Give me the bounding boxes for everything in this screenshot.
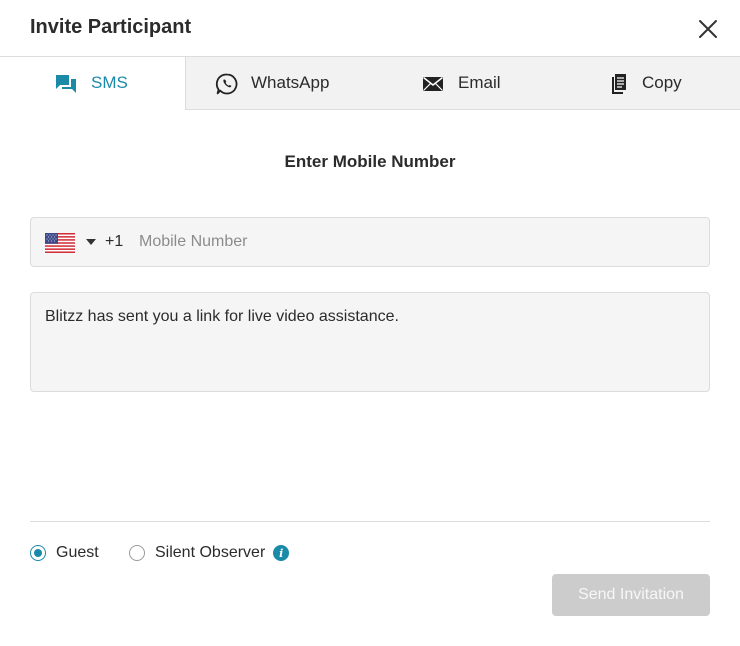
chevron-down-icon[interactable]	[85, 238, 97, 246]
close-icon	[699, 20, 717, 38]
message-textarea[interactable]: Blitzz has sent you a link for live vide…	[30, 292, 710, 392]
envelope-icon	[423, 76, 443, 91]
tab-email-label: Email	[458, 73, 501, 92]
role-option-silent-observer[interactable]: Silent Observer i	[129, 543, 290, 563]
phone-field: +1	[30, 217, 710, 267]
close-button[interactable]	[696, 17, 720, 41]
dialog-title: Invite Participant	[30, 16, 192, 38]
dialog-header: Invite Participant	[0, 0, 740, 57]
tab-whatsapp[interactable]: WhatsApp	[186, 57, 370, 110]
chat-bubbles-icon	[56, 75, 76, 93]
invite-method-tabs: SMS WhatsApp Email Copy	[0, 57, 740, 110]
tab-email[interactable]: Email	[370, 57, 555, 110]
tab-sms[interactable]: SMS	[0, 57, 186, 110]
guest-label: Guest	[56, 544, 99, 561]
silent-observer-radio[interactable]	[129, 545, 145, 561]
tab-copy-label: Copy	[642, 73, 682, 92]
mobile-number-input[interactable]	[139, 226, 699, 258]
tab-copy[interactable]: Copy	[555, 57, 740, 110]
dial-code: +1	[105, 233, 124, 250]
tab-whatsapp-label: WhatsApp	[251, 73, 330, 92]
whatsapp-icon	[215, 73, 238, 95]
section-title: Enter Mobile Number	[284, 152, 456, 171]
tab-sms-label: SMS	[91, 73, 128, 92]
silent-observer-label: Silent Observer	[155, 544, 266, 561]
copy-document-icon	[612, 74, 626, 94]
role-option-guest[interactable]: Guest	[30, 543, 99, 563]
guest-radio[interactable]	[30, 545, 46, 561]
send-invitation-button[interactable]: Send Invitation	[552, 574, 710, 616]
us-flag-icon[interactable]	[45, 233, 75, 253]
divider	[30, 521, 710, 522]
info-icon[interactable]: i	[273, 545, 290, 561]
